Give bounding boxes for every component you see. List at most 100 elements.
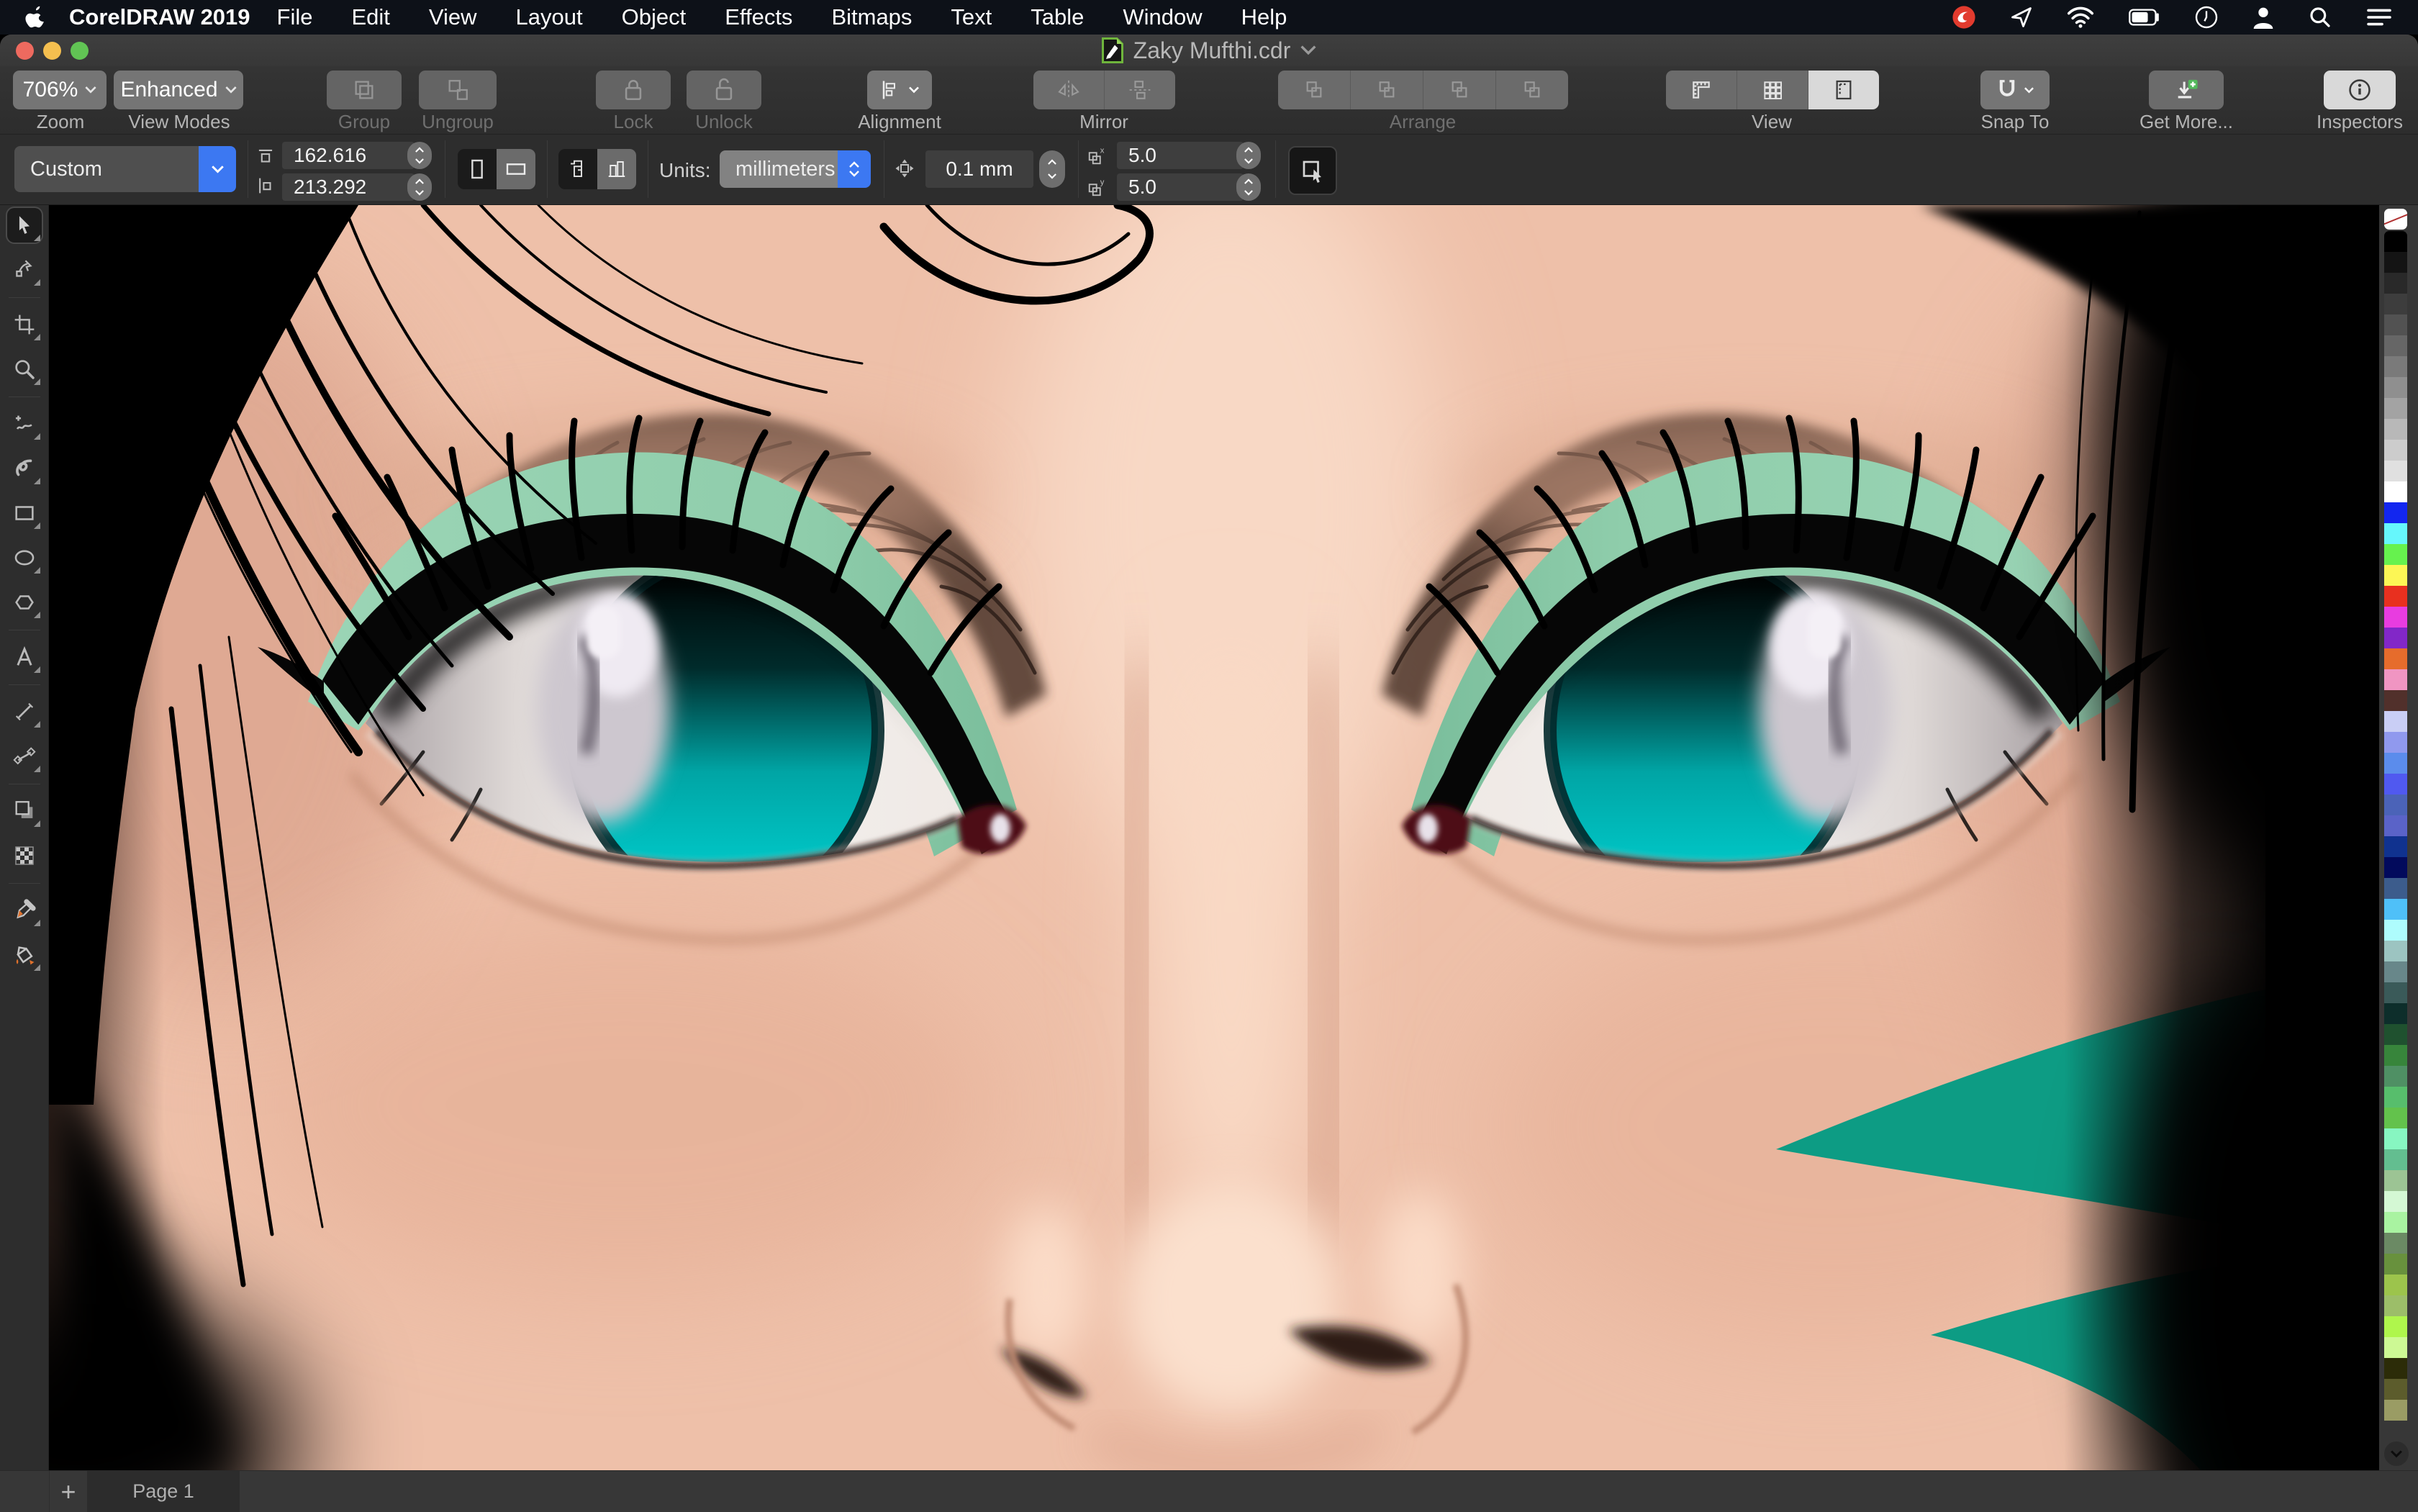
pick-tool[interactable]	[6, 208, 42, 243]
duplicate-y-field[interactable]: 5.0	[1117, 173, 1244, 201]
drop-shadow-tool[interactable]	[7, 794, 42, 828]
color-swatch[interactable]	[2384, 294, 2407, 314]
color-swatch[interactable]	[2384, 920, 2407, 941]
page-height-spinner[interactable]	[407, 173, 432, 201]
color-swatch[interactable]	[2384, 1108, 2407, 1128]
swatch-none[interactable]	[2384, 209, 2407, 230]
transparency-tool[interactable]	[7, 838, 42, 873]
group-button[interactable]	[327, 71, 402, 109]
polygon-tool[interactable]	[7, 585, 42, 620]
crop-tool[interactable]	[7, 307, 42, 342]
page-width-field[interactable]: 162.616	[282, 142, 415, 169]
color-swatch[interactable]	[2384, 1024, 2407, 1045]
color-swatch[interactable]	[2384, 857, 2407, 878]
line-tool[interactable]	[7, 694, 42, 729]
battery-icon[interactable]	[2129, 9, 2160, 26]
user-icon[interactable]	[2252, 6, 2274, 29]
text-tool[interactable]	[7, 640, 42, 674]
unlock-button[interactable]	[687, 71, 761, 109]
menu-item-file[interactable]: File	[258, 4, 332, 30]
color-swatch[interactable]	[2384, 523, 2407, 544]
arrange-back-one-button[interactable]	[1423, 71, 1496, 109]
search-icon[interactable]	[2309, 6, 2332, 29]
portrait-button[interactable]	[458, 149, 497, 189]
color-swatch[interactable]	[2384, 1191, 2407, 1212]
color-swatch[interactable]	[2384, 1128, 2407, 1149]
color-swatch[interactable]	[2384, 1003, 2407, 1024]
color-swatch[interactable]	[2384, 419, 2407, 440]
rectangle-tool[interactable]	[7, 496, 42, 530]
zoom-window-button[interactable]	[71, 42, 89, 60]
arrange-to-front-button[interactable]	[1278, 71, 1351, 109]
color-swatch[interactable]	[2384, 628, 2407, 648]
mirror-vertical-button[interactable]	[1105, 71, 1175, 109]
color-swatch[interactable]	[2384, 941, 2407, 961]
color-swatch[interactable]	[2384, 481, 2407, 502]
arrange-to-back-button[interactable]	[1496, 71, 1568, 109]
arrange-forward-one-button[interactable]	[1351, 71, 1423, 109]
menu-item-effects[interactable]: Effects	[705, 4, 812, 30]
landscape-button[interactable]	[497, 149, 535, 189]
color-swatch[interactable]	[2384, 607, 2407, 628]
menu-item-layout[interactable]: Layout	[497, 4, 602, 30]
color-swatch[interactable]	[2384, 1275, 2407, 1295]
view-mode-dropdown[interactable]: Enhanced	[114, 71, 243, 109]
color-swatch[interactable]	[2384, 899, 2407, 920]
wifi-icon[interactable]	[2067, 6, 2094, 28]
page-height-field[interactable]: 213.292	[282, 173, 415, 201]
color-swatch[interactable]	[2384, 565, 2407, 586]
artistic-media-tool[interactable]	[7, 451, 42, 486]
color-swatch[interactable]	[2384, 273, 2407, 294]
apply-current-page-button[interactable]	[597, 149, 636, 189]
color-swatch[interactable]	[2384, 1358, 2407, 1379]
page-size-dropdown[interactable]: Custom	[14, 146, 236, 192]
color-swatch[interactable]	[2384, 982, 2407, 1003]
page-width-spinner[interactable]	[407, 142, 432, 169]
drawing-canvas[interactable]	[49, 205, 2379, 1470]
shape-tool[interactable]	[7, 253, 42, 287]
duplicate-y-spinner[interactable]	[1236, 173, 1261, 201]
color-swatch[interactable]	[2384, 586, 2407, 607]
color-swatch[interactable]	[2384, 774, 2407, 795]
app-name[interactable]: CorelDRAW 2019	[69, 4, 250, 30]
duplicate-x-spinner[interactable]	[1236, 142, 1261, 169]
snap-to-dropdown[interactable]	[1980, 71, 2050, 109]
menu-item-view[interactable]: View	[409, 4, 497, 30]
color-swatch[interactable]	[2384, 1087, 2407, 1108]
color-swatch[interactable]	[2384, 753, 2407, 774]
get-more-button[interactable]	[2149, 71, 2224, 109]
color-swatch[interactable]	[2384, 690, 2407, 711]
color-swatch[interactable]	[2384, 377, 2407, 398]
color-swatch[interactable]	[2384, 648, 2407, 669]
nudge-spinner[interactable]	[1039, 150, 1065, 188]
menu-item-help[interactable]: Help	[1222, 4, 1307, 30]
menu-item-object[interactable]: Object	[602, 4, 706, 30]
clock-icon[interactable]	[2195, 6, 2218, 29]
color-swatch[interactable]	[2384, 836, 2407, 857]
menu-list-icon[interactable]	[2366, 6, 2392, 28]
title-chevron-icon[interactable]	[1300, 45, 1316, 55]
color-swatch[interactable]	[2384, 1212, 2407, 1233]
palette-more-button[interactable]	[2384, 1441, 2409, 1466]
color-swatch[interactable]	[2384, 461, 2407, 481]
color-swatch[interactable]	[2384, 732, 2407, 753]
color-swatch[interactable]	[2384, 440, 2407, 461]
connector-tool[interactable]	[7, 739, 42, 774]
color-swatch[interactable]	[2384, 314, 2407, 335]
ellipse-tool[interactable]	[7, 540, 42, 575]
color-swatch[interactable]	[2384, 544, 2407, 565]
color-swatch[interactable]	[2384, 1066, 2407, 1087]
inspectors-button[interactable]	[2324, 71, 2396, 109]
color-swatch[interactable]	[2384, 878, 2407, 899]
treat-as-filled-button[interactable]	[1288, 146, 1337, 195]
color-eyedropper-tool[interactable]	[7, 893, 42, 928]
color-swatch[interactable]	[2384, 1233, 2407, 1254]
location-icon[interactable]	[2011, 6, 2032, 28]
menu-item-text[interactable]: Text	[931, 4, 1011, 30]
menu-item-window[interactable]: Window	[1103, 4, 1221, 30]
color-swatch[interactable]	[2384, 502, 2407, 523]
apply-all-pages-button[interactable]	[558, 149, 597, 189]
units-dropdown[interactable]: millimeters	[720, 150, 871, 188]
color-swatch[interactable]	[2384, 1400, 2407, 1421]
color-swatch[interactable]	[2384, 231, 2407, 252]
